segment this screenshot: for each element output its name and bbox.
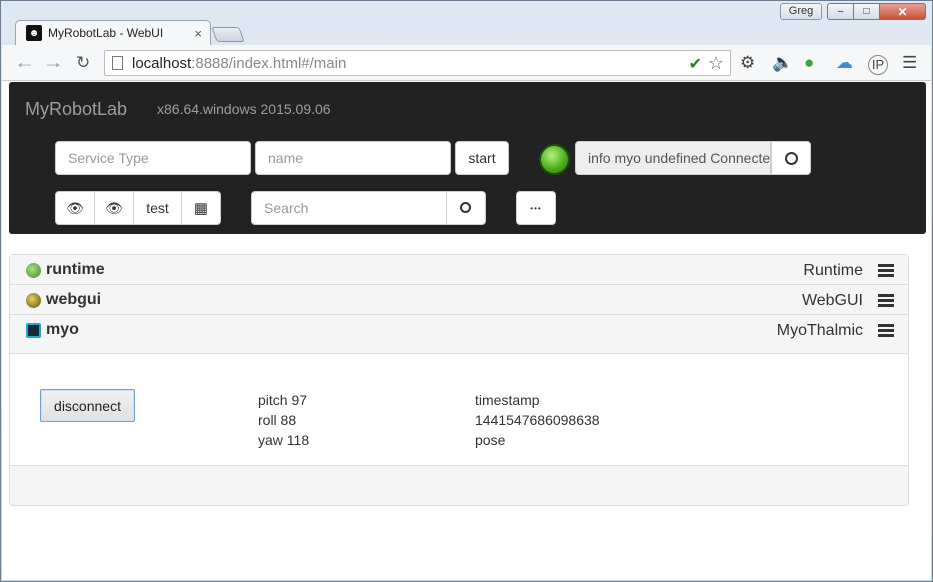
- evernote-extension-icon[interactable]: ●: [804, 53, 814, 73]
- status-message: info myo undefined Connected: [575, 141, 771, 175]
- hide-button[interactable]: 👁: [55, 191, 95, 225]
- service-type-input[interactable]: [55, 141, 251, 175]
- timestamp-label: timestamp: [475, 392, 540, 408]
- test-button[interactable]: test: [133, 191, 182, 225]
- grid-button[interactable]: ▦: [181, 191, 221, 225]
- yaw-value: yaw 118: [258, 432, 310, 448]
- url-host: localhost: [132, 54, 192, 72]
- window-controls: – □ ✕: [827, 3, 926, 20]
- robot-favicon-icon: ☻: [26, 25, 42, 41]
- disconnect-button[interactable]: disconnect: [40, 389, 135, 422]
- start-button[interactable]: start: [455, 141, 509, 175]
- cloud-extension-icon[interactable]: ☁: [836, 53, 853, 73]
- timestamp-value: 1441547686098638: [475, 412, 600, 428]
- reload-icon[interactable]: ↻: [76, 53, 90, 73]
- service-type: Runtime: [803, 262, 863, 279]
- show-button[interactable]: 👁: [94, 191, 134, 225]
- new-tab-button[interactable]: [211, 27, 245, 42]
- ip-extension-icon[interactable]: IP: [868, 55, 888, 75]
- url-path: :8888/index.html#/main: [191, 54, 347, 72]
- checkmark-icon[interactable]: ✔: [689, 54, 702, 74]
- page-icon: [112, 56, 123, 70]
- clock-button[interactable]: [771, 141, 811, 175]
- myo-service-icon: [26, 323, 41, 338]
- tab-title: MyRobotLab - WebUI: [48, 26, 164, 40]
- search-input[interactable]: [251, 191, 447, 225]
- maximize-button[interactable]: □: [854, 3, 880, 20]
- window-user-badge[interactable]: Greg: [780, 3, 822, 20]
- service-name[interactable]: webgui: [46, 291, 101, 309]
- address-bar[interactable]: localhost :8888/index.html#/main ✔ ☆: [104, 50, 731, 76]
- roll-value: roll 88: [258, 412, 297, 428]
- runtime-service-icon: [26, 263, 41, 278]
- service-type: WebGUI: [801, 292, 863, 309]
- list-icon[interactable]: [878, 294, 894, 308]
- search-icon: [459, 201, 471, 213]
- connection-status-light-icon: [539, 144, 570, 175]
- panel-footer: [10, 465, 908, 505]
- page-content: MyRobotLab x86.64.windows 2015.09.06 sta…: [2, 81, 931, 580]
- list-icon[interactable]: [878, 324, 894, 338]
- version-text: x86.64.windows 2015.09.06: [157, 101, 331, 117]
- browser-window: Greg – □ ✕ ☻ MyRobotLab - WebUI × 🠐 🠒 ↻ …: [0, 0, 933, 582]
- tab-close-icon[interactable]: ×: [194, 26, 202, 41]
- pose-label: pose: [475, 432, 506, 448]
- app-navbar: MyRobotLab x86.64.windows 2015.09.06 sta…: [9, 82, 926, 234]
- brand-title[interactable]: MyRobotLab: [25, 99, 127, 120]
- list-icon[interactable]: [878, 264, 894, 278]
- myo-panel-body: disconnect pitch 97 roll 88 yaw 118 time…: [10, 354, 908, 465]
- forward-arrow-icon[interactable]: 🠒: [46, 53, 61, 82]
- back-arrow-icon[interactable]: 🠐: [17, 53, 32, 82]
- search-button[interactable]: [446, 191, 486, 225]
- service-name-input[interactable]: [255, 141, 451, 175]
- pitch-value: pitch 97: [258, 392, 308, 408]
- bookmark-star-icon[interactable]: ☆: [708, 53, 724, 74]
- service-name[interactable]: runtime: [46, 261, 105, 279]
- service-row-myo[interactable]: myo MyoThalmic: [10, 315, 908, 354]
- grid-icon: ▦: [193, 200, 209, 217]
- browser-tab[interactable]: ☻ MyRobotLab - WebUI ×: [15, 20, 211, 45]
- browser-toolbar: 🠐 🠒 ↻ localhost :8888/index.html#/main ✔…: [2, 45, 931, 81]
- eye-slash-icon: 👁: [66, 199, 84, 216]
- service-row-runtime[interactable]: runtime Runtime: [10, 255, 908, 285]
- service-row-webgui[interactable]: webgui WebGUI: [10, 285, 908, 315]
- services-panel-group: runtime Runtime webgui WebGUI myo MyoTha…: [9, 254, 909, 506]
- webgui-globe-icon: [26, 293, 41, 308]
- service-name[interactable]: myo: [46, 321, 79, 339]
- eye-icon: 👁: [105, 199, 123, 216]
- menu-hamburger-icon[interactable]: ☰: [902, 53, 917, 73]
- service-type: MyoThalmic: [776, 322, 863, 339]
- speaker-extension-icon[interactable]: 🔈: [772, 53, 793, 73]
- close-button[interactable]: ✕: [880, 3, 926, 20]
- settings-gear-icon[interactable]: ⚙: [740, 53, 755, 73]
- clock-icon: [784, 151, 798, 165]
- minimize-button[interactable]: –: [827, 3, 854, 20]
- more-button[interactable]: •••: [516, 191, 556, 225]
